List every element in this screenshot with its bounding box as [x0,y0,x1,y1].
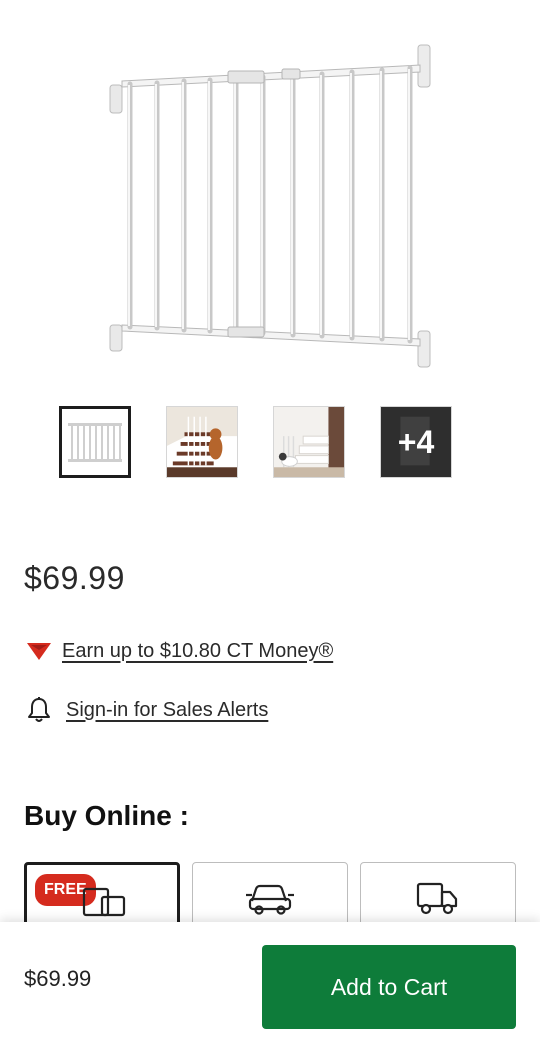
sales-alerts-link[interactable]: Sign-in for Sales Alerts [24,695,268,725]
thumbnail-stairs-dog[interactable] [166,406,238,478]
store-pickup-icon [82,883,128,922]
product-image[interactable] [0,0,540,390]
buy-online-title: Buy Online : [24,800,189,831]
thumbnail-stairs-installed[interactable] [273,406,345,478]
car-icon [246,881,294,920]
product-price: $69.99 [24,560,125,596]
fulfillment-option-curbside[interactable] [192,862,348,922]
fulfillment-options: FREE [24,862,516,922]
safety-gate-image [109,44,431,368]
sticky-price: $69.99 [24,966,92,991]
canadian-tire-triangle-icon [24,636,54,666]
thumbnail-gate-front[interactable] [59,406,131,478]
ct-money-link[interactable]: Earn up to $10.80 CT Money® [24,636,333,666]
thumbnail-strip: +4 [59,406,452,478]
thumbnail-more-images[interactable]: +4 [380,406,452,478]
fulfillment-option-delivery[interactable] [360,862,516,922]
truck-icon [416,881,460,920]
sales-alerts-text[interactable]: Sign-in for Sales Alerts [66,699,268,722]
ct-money-text[interactable]: Earn up to $10.80 CT Money® [62,640,333,663]
sticky-add-to-cart-bar: $69.99 Add to Cart [0,922,540,1053]
bell-icon [24,695,54,725]
fulfillment-option-pickup[interactable]: FREE [24,862,180,922]
add-to-cart-button[interactable]: Add to Cart [262,945,516,1029]
more-images-count: +4 [381,407,451,477]
